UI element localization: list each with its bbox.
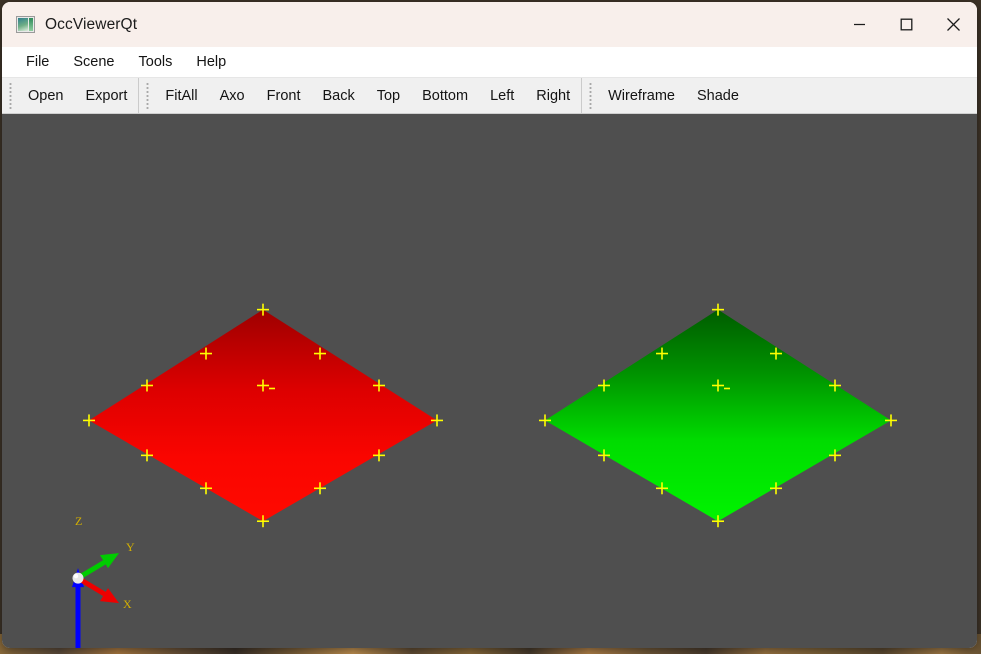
window-title: OccViewerQt	[45, 15, 138, 33]
triad-origin-marker	[72, 572, 84, 584]
y-axis-arrow	[76, 553, 119, 581]
bottom-view-button[interactable]: Bottom	[412, 83, 478, 109]
vertex-marker	[83, 414, 95, 427]
vertex-marker	[539, 414, 551, 427]
vertex-marker	[885, 414, 897, 427]
3d-viewport[interactable]: Z Y X	[2, 114, 977, 648]
toolbar-grip-handle[interactable]	[586, 82, 596, 109]
application-window: OccViewerQt File Scene Tools Help Open E…	[2, 2, 977, 648]
maximize-button[interactable]	[883, 2, 930, 47]
back-view-button[interactable]: Back	[312, 83, 364, 109]
front-view-button[interactable]: Front	[257, 83, 311, 109]
right-view-button[interactable]: Right	[526, 83, 580, 109]
title-bar: OccViewerQt	[2, 2, 977, 47]
z-axis-label: Z	[75, 514, 82, 528]
toolbar-grip-handle[interactable]	[6, 82, 15, 109]
toolbar-group-display-mode: Wireframe Shade	[582, 78, 750, 113]
maximize-icon	[900, 18, 913, 31]
toolbar-group-view: FitAll Axo Front Back Top Bottom Left Ri…	[139, 78, 583, 113]
3d-scene-canvas[interactable]: Z Y X	[2, 114, 977, 648]
menu-item-scene[interactable]: Scene	[61, 50, 126, 74]
minimize-button[interactable]	[836, 2, 883, 47]
left-view-button[interactable]: Left	[480, 83, 524, 109]
menu-item-help[interactable]: Help	[184, 50, 238, 74]
vertex-marker	[431, 414, 443, 427]
shade-button[interactable]: Shade	[687, 83, 749, 109]
close-button[interactable]	[930, 2, 977, 47]
green-face-surface[interactable]	[545, 309, 891, 522]
menu-item-tools[interactable]: Tools	[127, 50, 185, 74]
shape-red-planar-face[interactable]	[83, 303, 443, 528]
y-axis-label: Y	[126, 540, 135, 554]
x-axis-label: X	[123, 597, 132, 611]
triad-origin-highlight	[73, 573, 79, 579]
wireframe-button[interactable]: Wireframe	[598, 83, 685, 109]
window-controls	[836, 2, 977, 47]
shape-green-planar-face[interactable]	[539, 303, 897, 528]
x-axis-arrow	[76, 575, 119, 604]
image-preview-icon	[16, 16, 35, 33]
close-icon	[947, 18, 960, 31]
tool-bar: Open Export FitAll Axo Front Back Top Bo…	[2, 78, 977, 114]
top-view-button[interactable]: Top	[367, 83, 410, 109]
open-button[interactable]: Open	[18, 83, 73, 109]
toolbar-group-file: Open Export	[2, 78, 140, 113]
menu-item-file[interactable]: File	[14, 50, 61, 74]
red-face-surface[interactable]	[89, 309, 437, 522]
minimize-icon	[854, 23, 865, 26]
title-bar-left: OccViewerQt	[2, 16, 137, 34]
menu-bar: File Scene Tools Help	[2, 47, 977, 78]
axo-button[interactable]: Axo	[210, 83, 255, 109]
toolbar-grip-handle[interactable]	[143, 82, 153, 109]
fitall-button[interactable]: FitAll	[155, 83, 207, 109]
export-button[interactable]: Export	[75, 83, 137, 109]
axis-triad: Z Y X	[72, 514, 135, 648]
